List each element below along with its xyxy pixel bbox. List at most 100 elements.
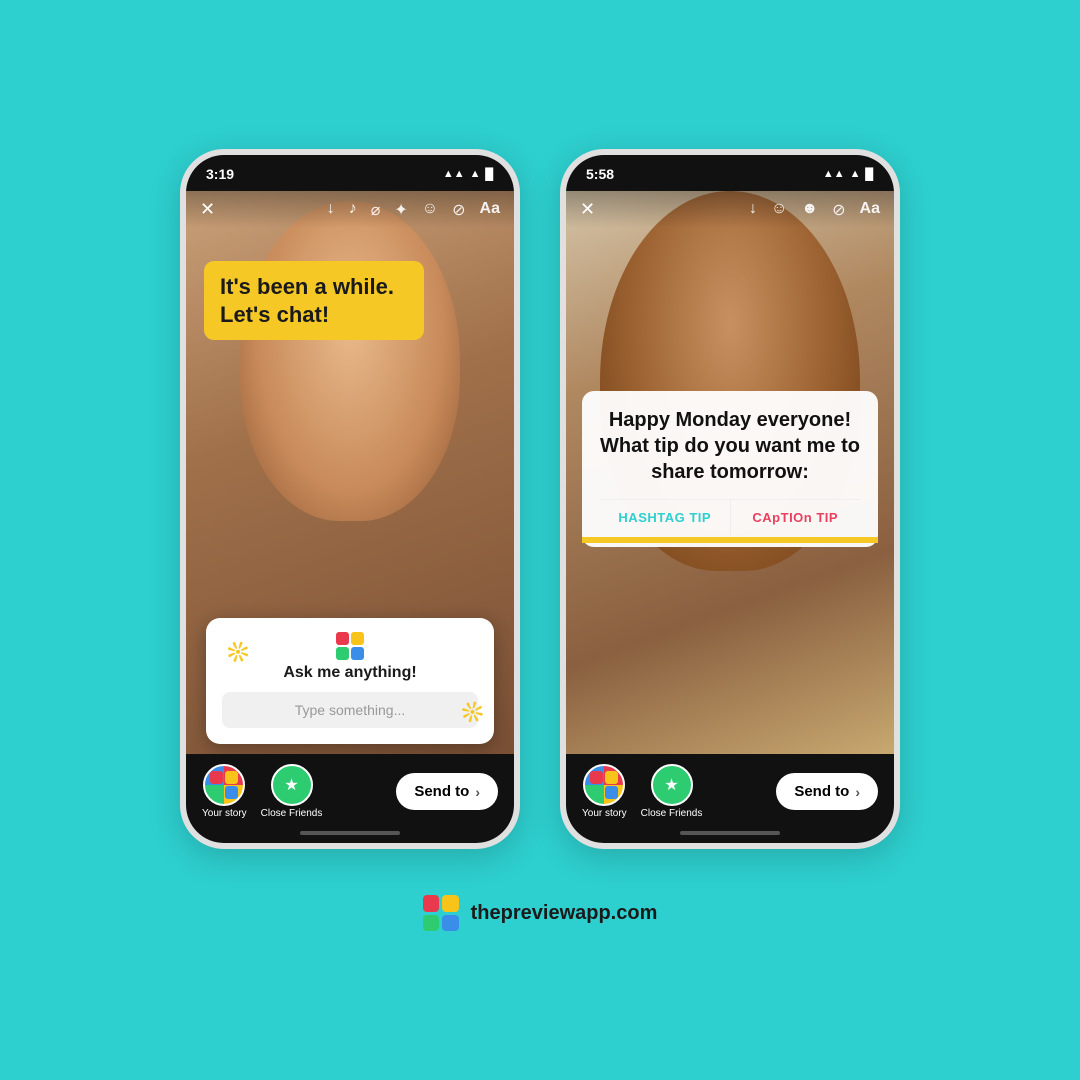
- bottom-logo-red: [210, 771, 223, 784]
- phone1-face: [240, 201, 460, 521]
- phone1-signal-icon: ▲▲: [443, 168, 465, 180]
- phone2-signal-icon: ▲▲: [823, 168, 845, 180]
- phone2-send-chevron: ›: [855, 784, 860, 800]
- phone1-star-icon: ★: [284, 775, 298, 795]
- phone2-battery-icon: ▉: [866, 168, 874, 181]
- phone2-your-story-circle: [583, 764, 625, 806]
- phone1-close-friends-option[interactable]: ★ Close Friends: [261, 764, 323, 819]
- bottom-logo-yellow: [225, 771, 238, 784]
- phone2-caption-option[interactable]: CApTIOn TIP: [731, 500, 861, 535]
- phone2-home-bar: [680, 831, 780, 835]
- phone1-send-to-button[interactable]: Send to ›: [396, 773, 498, 810]
- phone2-time: 5:58: [586, 166, 614, 182]
- phone1-side-button-right: [517, 285, 520, 345]
- phone2-hashtag-option[interactable]: HASHTAG TIP: [600, 500, 731, 535]
- brand-logo: [423, 895, 459, 931]
- brand-cell-green: [423, 915, 440, 932]
- phone1-ask-input[interactable]: Type something...: [222, 692, 478, 728]
- phone2-wifi-icon: ▲: [850, 168, 861, 180]
- phone2-friends-label: Close Friends: [641, 808, 703, 819]
- phone-2: 5:58 ▲▲ ▲ ▉ ✕ ↓ ☺ ☻ ⊘ Aa: [560, 149, 900, 849]
- phone2-notch: [665, 155, 795, 181]
- phone2-story-toolbar: ✕ ↓ ☺ ☻ ⊘ Aa: [566, 191, 894, 228]
- phone1-your-story-circle: [203, 764, 245, 806]
- phone1-bottom-bar: Your story ★ Close Friends Send to ›: [186, 754, 514, 825]
- phone-1: 3:19 ▲▲ ▲ ▉ ✕ ↓ ♪ ⌀ ✦ ☺ ⊘: [180, 149, 520, 849]
- phone1-story-content: ✕ ↓ ♪ ⌀ ✦ ☺ ⊘ Aa It's been a while. Let'…: [186, 191, 514, 754]
- phone2-your-story-option[interactable]: Your story: [582, 764, 627, 819]
- phone2-home-indicator: [566, 825, 894, 843]
- phone2-side-button-left-mid: [560, 330, 563, 390]
- phone1-caption-text: It's been a while. Let's chat!: [220, 273, 408, 328]
- phone2-mute-icon[interactable]: ⊘: [832, 200, 845, 220]
- phone1-time: 3:19: [206, 166, 234, 182]
- phone2-send-to-button[interactable]: Send to ›: [776, 773, 878, 810]
- phone2-close-friends-option[interactable]: ★ Close Friends: [641, 764, 703, 819]
- phone1-story-toolbar: ✕ ↓ ♪ ⌀ ✦ ☺ ⊘ Aa: [186, 191, 514, 228]
- phone2-timer-icon[interactable]: ☺: [771, 200, 787, 220]
- phone2-caption-box: Happy Monday everyone! What tip do you w…: [582, 391, 878, 547]
- phone2-send-to-label: Send to: [794, 783, 849, 800]
- phone1-home-bar: [300, 831, 400, 835]
- phone1-your-story-option[interactable]: Your story: [202, 764, 247, 819]
- logo-cell-yellow: [351, 632, 364, 645]
- phone1-toolbar-icons: ↓ ♪ ⌀ ✦ ☺ ⊘ Aa: [327, 200, 500, 220]
- phone2-options-row: HASHTAG TIP CApTIOn TIP: [600, 499, 860, 535]
- phone1-send-chevron: ›: [475, 784, 480, 800]
- logo-cell-red: [336, 632, 349, 645]
- phone2-bottom-logo-green: [590, 786, 603, 799]
- phone1-caption-sticker: It's been a while. Let's chat!: [204, 261, 424, 340]
- brand-cell-red: [423, 895, 440, 912]
- phone1-ask-widget[interactable]: Ask me anything! Type something...: [206, 618, 494, 744]
- phone1-side-button-left-mid: [180, 330, 183, 390]
- phone1-home-indicator: [186, 825, 514, 843]
- logo-cell-green: [336, 647, 349, 660]
- bottom-logo-blue: [225, 786, 238, 799]
- phone1-bottom-logo: [210, 771, 238, 799]
- logo-cell-blue: [351, 647, 364, 660]
- phone2-story-content: ✕ ↓ ☺ ☻ ⊘ Aa Happy Monday everyone! What…: [566, 191, 894, 754]
- phone2-bottom-logo: [590, 771, 618, 799]
- phone2-face2-icon[interactable]: ☻: [801, 200, 818, 220]
- phone1-preview-logo: [336, 632, 364, 660]
- phone1-ask-title: Ask me anything!: [222, 664, 478, 682]
- phone1-link-icon[interactable]: ⌀: [371, 200, 381, 220]
- phone2-toolbar-icons: ↓ ☺ ☻ ⊘ Aa: [749, 200, 880, 220]
- phone2-yellow-line: [582, 537, 878, 543]
- brand-url: thepreviewapp.com: [471, 902, 658, 925]
- phone1-download-icon[interactable]: ↓: [327, 200, 335, 220]
- phone2-bottom-logo-yellow: [605, 771, 618, 784]
- phone1-status-icons: ▲▲ ▲ ▉: [443, 168, 494, 181]
- phone2-side-button-left-top: [560, 275, 563, 315]
- phone2-download-icon[interactable]: ↓: [749, 200, 757, 220]
- phone2-close-button[interactable]: ✕: [580, 199, 595, 220]
- phone2-caption-text: Happy Monday everyone! What tip do you w…: [600, 407, 860, 485]
- phone1-your-story-label: Your story: [202, 808, 247, 819]
- phone2-bottom-bar: Your story ★ Close Friends Send to ›: [566, 754, 894, 825]
- phone1-wifi-icon: ▲: [470, 168, 481, 180]
- phone2-status-icons: ▲▲ ▲ ▉: [823, 168, 874, 181]
- phone1-music-icon[interactable]: ♪: [349, 200, 357, 220]
- phone2-side-button-left-low: [560, 403, 563, 463]
- phone1-ask-widget-logo: [222, 632, 478, 660]
- bottom-logo-green: [210, 786, 223, 799]
- phone1-friends-label: Close Friends: [261, 808, 323, 819]
- phone2-friends-circle: ★: [651, 764, 693, 806]
- phone1-text-icon[interactable]: Aa: [480, 200, 500, 220]
- phone1-mute-icon[interactable]: ⊘: [452, 200, 465, 220]
- phone1-face-icon[interactable]: ☺: [422, 200, 438, 220]
- phone1-send-to-label: Send to: [414, 783, 469, 800]
- phone2-bottom-logo-blue: [605, 786, 618, 799]
- phone2-side-button-right: [897, 285, 900, 345]
- phone1-battery-icon: ▉: [486, 168, 494, 181]
- brand-cell-blue: [442, 915, 459, 932]
- phone1-notch: [285, 155, 415, 181]
- phone1-close-button[interactable]: ✕: [200, 199, 215, 220]
- brand-cell-yellow: [442, 895, 459, 912]
- phone2-text-icon[interactable]: Aa: [860, 200, 880, 220]
- phone1-friends-circle: ★: [271, 764, 313, 806]
- phone1-sticker-icon[interactable]: ✦: [394, 200, 407, 220]
- phone2-your-story-label: Your story: [582, 808, 627, 819]
- phone1-side-button-left-top: [180, 275, 183, 315]
- brand-footer: thepreviewapp.com: [423, 895, 658, 931]
